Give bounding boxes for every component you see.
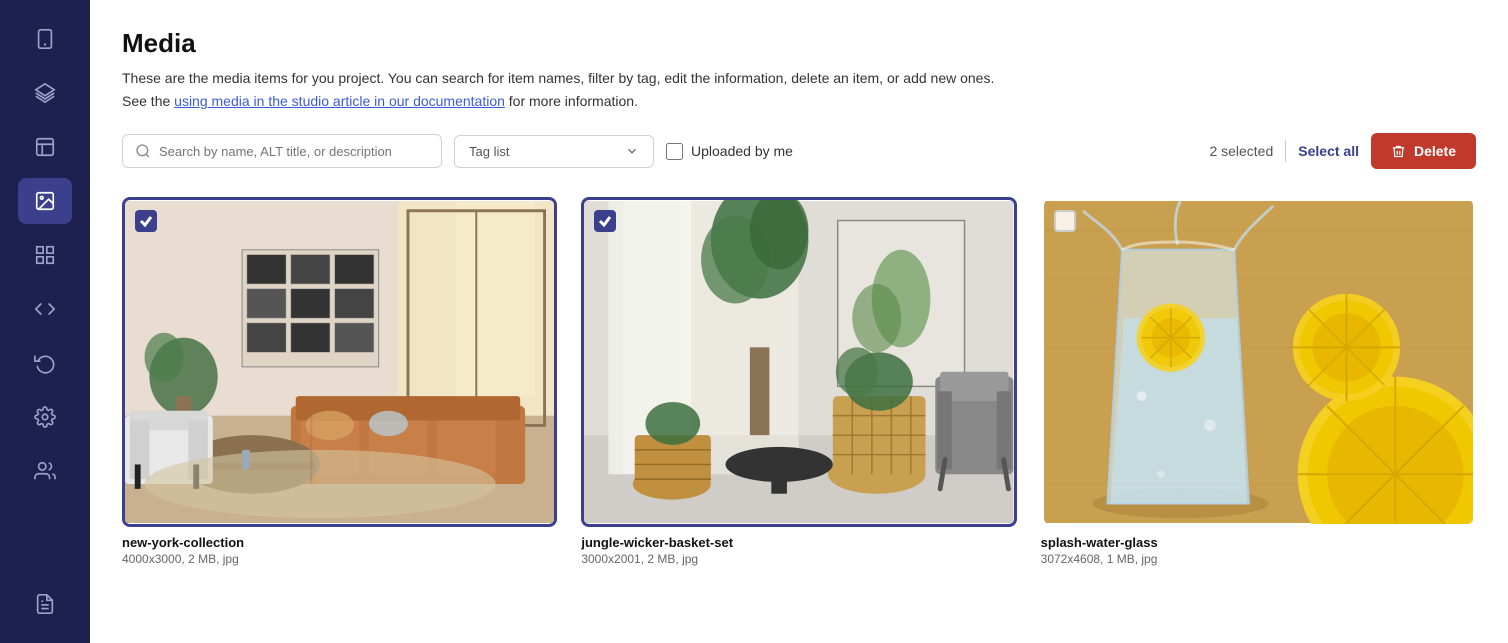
toolbar-right: 2 selected Select all Delete: [1209, 133, 1476, 169]
delete-button[interactable]: Delete: [1371, 133, 1476, 169]
page-description: These are the media items for you projec…: [122, 67, 1476, 89]
media-checkbox-2[interactable]: [594, 210, 616, 232]
delete-label: Delete: [1414, 143, 1456, 159]
media-meta-1: 4000x3000, 2 MB, jpg: [122, 552, 557, 566]
search-input[interactable]: [159, 144, 429, 159]
select-all-button[interactable]: Select all: [1298, 143, 1359, 159]
sidebar-item-settings[interactable]: [18, 394, 72, 440]
media-grid: new-york-collection 4000x3000, 2 MB, jpg: [122, 197, 1476, 566]
tag-list-dropdown[interactable]: Tag list: [454, 135, 654, 168]
media-item-3[interactable]: splash-water-glass 3072x4608, 1 MB, jpg: [1041, 197, 1476, 566]
selected-count: 2 selected: [1209, 143, 1273, 159]
doc-link[interactable]: using media in the studio article in our…: [174, 93, 505, 109]
sidebar-item-layers[interactable]: [18, 70, 72, 116]
media-meta-3: 3072x4608, 1 MB, jpg: [1041, 552, 1476, 566]
media-image-2: [584, 200, 1013, 524]
uploaded-by-me-checkbox[interactable]: [666, 143, 683, 160]
media-image-1: [125, 200, 554, 524]
media-meta-2: 3000x2001, 2 MB, jpg: [581, 552, 1016, 566]
main-content: Media These are the media items for you …: [90, 0, 1508, 643]
media-item-2[interactable]: jungle-wicker-basket-set 3000x2001, 2 MB…: [581, 197, 1016, 566]
sidebar-item-mobile[interactable]: [18, 16, 72, 62]
toolbar: Tag list Uploaded by me 2 selected Selec…: [122, 133, 1476, 169]
sidebar-item-users[interactable]: [18, 448, 72, 494]
sidebar-item-media[interactable]: [18, 178, 72, 224]
media-name-3: splash-water-glass: [1041, 535, 1476, 550]
uploaded-by-me-label: Uploaded by me: [691, 143, 793, 159]
divider: [1285, 140, 1286, 162]
uploaded-by-me-filter[interactable]: Uploaded by me: [666, 143, 793, 160]
sidebar-item-docs[interactable]: [18, 581, 72, 627]
sidebar-item-code[interactable]: [18, 286, 72, 332]
media-item-1[interactable]: new-york-collection 4000x3000, 2 MB, jpg: [122, 197, 557, 566]
page-title: Media: [122, 28, 1476, 59]
media-name-1: new-york-collection: [122, 535, 557, 550]
media-name-2: jungle-wicker-basket-set: [581, 535, 1016, 550]
trash-icon: [1391, 144, 1406, 159]
media-image-3: [1044, 200, 1473, 524]
media-checkbox-3[interactable]: [1054, 210, 1076, 232]
tag-list-label: Tag list: [469, 144, 509, 159]
media-thumb-wrapper-3: [1041, 197, 1476, 527]
sidebar-item-grid[interactable]: [18, 232, 72, 278]
media-thumb-wrapper-1: [122, 197, 557, 527]
sidebar: [0, 0, 90, 643]
chevron-down-icon: [625, 144, 639, 158]
sidebar-item-undo[interactable]: [18, 340, 72, 386]
page-subtitle: See the using media in the studio articl…: [122, 93, 1476, 109]
search-box: [122, 134, 442, 168]
media-thumb-wrapper-2: [581, 197, 1016, 527]
media-checkbox-1[interactable]: [135, 210, 157, 232]
search-icon: [135, 143, 151, 159]
sidebar-item-layout[interactable]: [18, 124, 72, 170]
